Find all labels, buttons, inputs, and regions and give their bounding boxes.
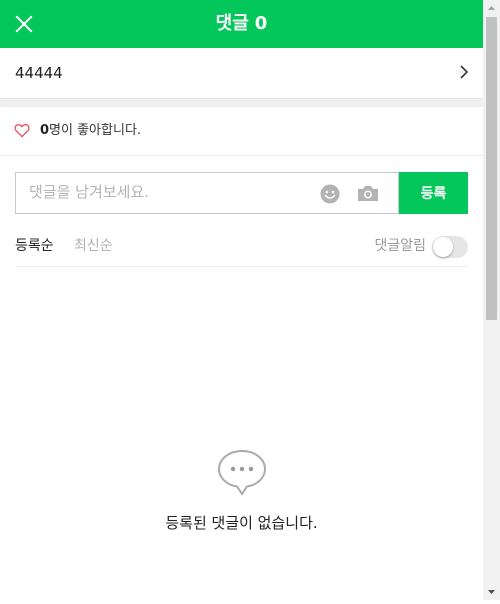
- header-bar: 댓글 0: [0, 0, 483, 48]
- likes-text: 0명이 좋아합니다.: [40, 107, 141, 155]
- section-divider: [0, 99, 483, 107]
- post-title: 44444: [15, 64, 63, 82]
- notify-label: 댓글알림: [374, 238, 426, 254]
- comments-panel: 댓글0 44444 0명이 좋아합니다. 등록 등록순 최신순 댓: [0, 0, 483, 600]
- camera-icon[interactable]: [357, 185, 379, 202]
- submit-comment-button[interactable]: 등록: [399, 172, 468, 214]
- chevron-right-icon: [460, 65, 469, 79]
- likes-row: 0명이 좋아합니다.: [0, 107, 483, 156]
- sort-bar: 등록순 최신순 댓글알림: [15, 230, 468, 267]
- sort-tab-registered[interactable]: 등록순: [15, 230, 54, 262]
- toggle-knob: [433, 237, 453, 257]
- page-title-label: 댓글: [215, 13, 249, 34]
- scroll-thumb[interactable]: [486, 17, 497, 320]
- speech-bubble-icon: [217, 449, 267, 496]
- scroll-up-button[interactable]: [483, 0, 500, 17]
- comment-input-box: [15, 172, 399, 214]
- sort-tab-latest[interactable]: 최신순: [74, 230, 113, 262]
- page-title: 댓글 0: [0, 0, 483, 48]
- scrollbar[interactable]: [483, 0, 500, 600]
- arrow-up-icon: [488, 6, 495, 10]
- likes-count: 0: [40, 123, 50, 138]
- heart-icon[interactable]: [14, 123, 30, 138]
- comment-input[interactable]: [16, 173, 299, 211]
- scroll-down-button[interactable]: [483, 583, 500, 600]
- post-link-row[interactable]: 44444: [0, 48, 483, 99]
- empty-message: 등록된 댓글이 없습니다.: [165, 514, 318, 532]
- notify-toggle[interactable]: [432, 236, 468, 258]
- emoji-icon[interactable]: [320, 184, 340, 204]
- comment-count: 0: [254, 13, 268, 34]
- arrow-down-icon: [488, 590, 495, 594]
- likes-label: 명이 좋아합니다.: [49, 123, 142, 138]
